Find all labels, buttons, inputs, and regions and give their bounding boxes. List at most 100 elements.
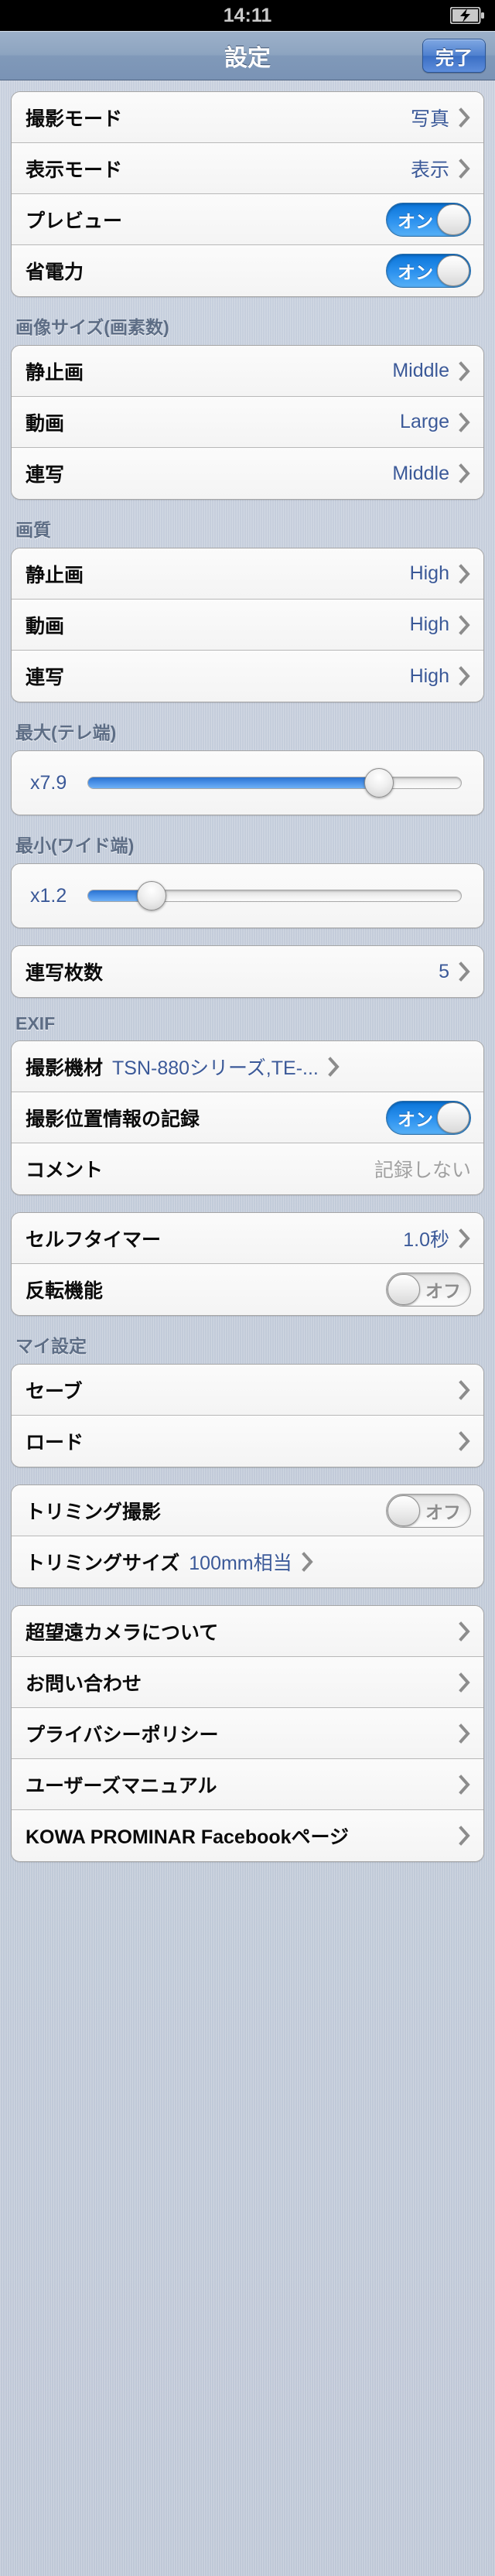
toggle-switch[interactable]: オフ — [386, 1273, 471, 1307]
row-label: セルフタイマー — [26, 1228, 162, 1251]
chevron-right-icon — [328, 1056, 340, 1077]
row-value: 5 — [439, 960, 449, 982]
section-header: 画像サイズ(画素数) — [15, 317, 169, 337]
toggle-knob — [437, 203, 469, 235]
row-label: 連写 — [26, 464, 65, 486]
settings-row[interactable]: 超望遠カメラについて — [12, 1606, 483, 1657]
settings-row[interactable]: 連写枚数 5 — [12, 946, 483, 997]
slider-track[interactable] — [87, 881, 462, 910]
toggle-state-label: オフ — [425, 1502, 461, 1522]
chevron-right-icon — [459, 1723, 471, 1744]
zoom-slider-row[interactable]: x7.9 — [12, 751, 483, 815]
row-value: TSN-880シリーズ,TE-... — [112, 1057, 319, 1079]
settings-row[interactable]: ユーザーズマニュアル — [12, 1759, 483, 1810]
chevron-right-icon — [459, 1228, 471, 1249]
section-header: 最大(テレ端) — [15, 723, 117, 743]
row-label: トリミングサイズ — [26, 1553, 180, 1574]
settings-row[interactable]: プライバシーポリシー — [12, 1708, 483, 1759]
toggle-switch[interactable]: オン — [386, 254, 471, 288]
chevron-right-icon — [459, 563, 471, 584]
row-label: 動画 — [26, 615, 65, 637]
settings-row[interactable]: 撮影位置情報の記録 オン — [12, 1092, 483, 1143]
row-label: トリミング撮影 — [26, 1501, 162, 1523]
chevron-right-icon — [459, 614, 471, 635]
row-label: お問い合わせ — [26, 1672, 142, 1695]
slider-thumb[interactable] — [364, 768, 394, 798]
settings-row[interactable]: 連写 High — [12, 651, 483, 702]
settings-row[interactable]: 連写 Middle — [12, 448, 483, 499]
settings-row[interactable]: セルフタイマー 1.0秒 — [12, 1213, 483, 1264]
settings-row[interactable]: 動画 Large — [12, 397, 483, 448]
settings-row[interactable]: ロード — [12, 1416, 483, 1467]
section-header: 画質 — [15, 520, 51, 540]
row-label: セーブ — [26, 1380, 83, 1402]
toggle-knob — [437, 1102, 469, 1133]
row-label: 動画 — [26, 412, 65, 435]
settings-list: 撮影モード 写真 表示モード 表示 プレビュー オン 省電力 オン 画像サイズ(画素数) 静止画 M… — [0, 80, 495, 1885]
settings-group: セルフタイマー 1.0秒反転機能 オフ — [11, 1212, 484, 1316]
settings-row[interactable]: KOWA PROMINAR Facebookページ — [12, 1810, 483, 1861]
settings-group: 静止画 Middle 動画 Large 連写 Middle — [11, 345, 484, 500]
chevron-right-icon — [459, 1431, 471, 1451]
slider-track[interactable] — [87, 768, 462, 798]
settings-group: 撮影モード 写真 表示モード 表示 プレビュー オン 省電力 オン — [11, 91, 484, 297]
settings-row[interactable]: コメント 記録しない — [12, 1143, 483, 1194]
row-value: Middle — [392, 360, 449, 381]
chevron-right-icon — [459, 1379, 471, 1400]
row-label: プレビュー — [26, 210, 123, 232]
toggle-knob — [387, 1274, 420, 1305]
settings-group: 連写枚数 5 — [11, 945, 484, 998]
row-value: High — [409, 613, 449, 635]
settings-screen: 14:11 設定 完了 撮影モード 写真 表示モード 表示 プレビュー オン 省電力 オン 画像… — [0, 0, 495, 2576]
settings-row[interactable]: 動画 High — [12, 600, 483, 651]
chevron-right-icon — [459, 666, 471, 686]
row-label: 反転機能 — [26, 1280, 104, 1302]
toggle-switch[interactable]: オフ — [386, 1493, 471, 1528]
chevron-right-icon — [459, 1774, 471, 1795]
settings-row[interactable]: お問い合わせ — [12, 1657, 483, 1708]
settings-row[interactable]: トリミング撮影 オフ — [12, 1485, 483, 1536]
settings-row[interactable]: トリミングサイズ 100mm相当 — [12, 1536, 483, 1587]
row-label: 超望遠カメラについて — [26, 1621, 219, 1644]
slider-thumb[interactable] — [136, 881, 166, 910]
row-label: 撮影モード — [26, 108, 123, 130]
navigation-bar: 設定 完了 — [0, 31, 495, 80]
battery-charging-icon — [449, 6, 484, 25]
settings-row[interactable]: 反転機能 オフ — [12, 1264, 483, 1315]
row-value: 記録しない — [374, 1160, 471, 1181]
toggle-switch[interactable]: オン — [386, 202, 471, 237]
row-label: ユーザーズマニュアル — [26, 1775, 217, 1797]
row-label: 撮影機材 — [26, 1057, 104, 1079]
status-bar-clock: 14:11 — [223, 4, 272, 26]
settings-row[interactable]: セーブ — [12, 1365, 483, 1416]
settings-row[interactable]: 静止画 Middle — [12, 346, 483, 397]
chevron-right-icon — [459, 1826, 471, 1846]
row-label: プライバシーポリシー — [26, 1724, 219, 1746]
settings-row[interactable]: プレビュー オン — [12, 194, 483, 245]
settings-row[interactable]: 省電力 オン — [12, 245, 483, 296]
done-button[interactable]: 完了 — [422, 39, 486, 73]
settings-row[interactable]: 表示モード 表示 — [12, 143, 483, 194]
chevron-right-icon — [459, 1621, 471, 1642]
chevron-right-icon — [459, 360, 471, 381]
row-label: 連写 — [26, 667, 65, 688]
settings-row[interactable]: 静止画 High — [12, 548, 483, 600]
settings-group: トリミング撮影 オフトリミングサイズ 100mm相当 — [11, 1484, 484, 1588]
slider-value: x7.9 — [30, 771, 67, 794]
row-label: KOWA PROMINAR Facebookページ — [26, 1826, 350, 1848]
row-label: 撮影位置情報の記録 — [26, 1108, 200, 1130]
zoom-slider-row[interactable]: x1.2 — [12, 864, 483, 928]
row-value: 1.0秒 — [403, 1228, 449, 1251]
settings-row[interactable]: 撮影モード 写真 — [12, 92, 483, 143]
toggle-switch[interactable]: オン — [386, 1100, 471, 1135]
settings-row[interactable]: 撮影機材 TSN-880シリーズ,TE-... — [12, 1041, 483, 1092]
row-label: 静止画 — [26, 361, 84, 384]
chevron-right-icon — [459, 412, 471, 432]
row-label: ロード — [26, 1432, 84, 1454]
row-value: Large — [400, 411, 449, 432]
row-value: 100mm相当 — [189, 1553, 292, 1574]
